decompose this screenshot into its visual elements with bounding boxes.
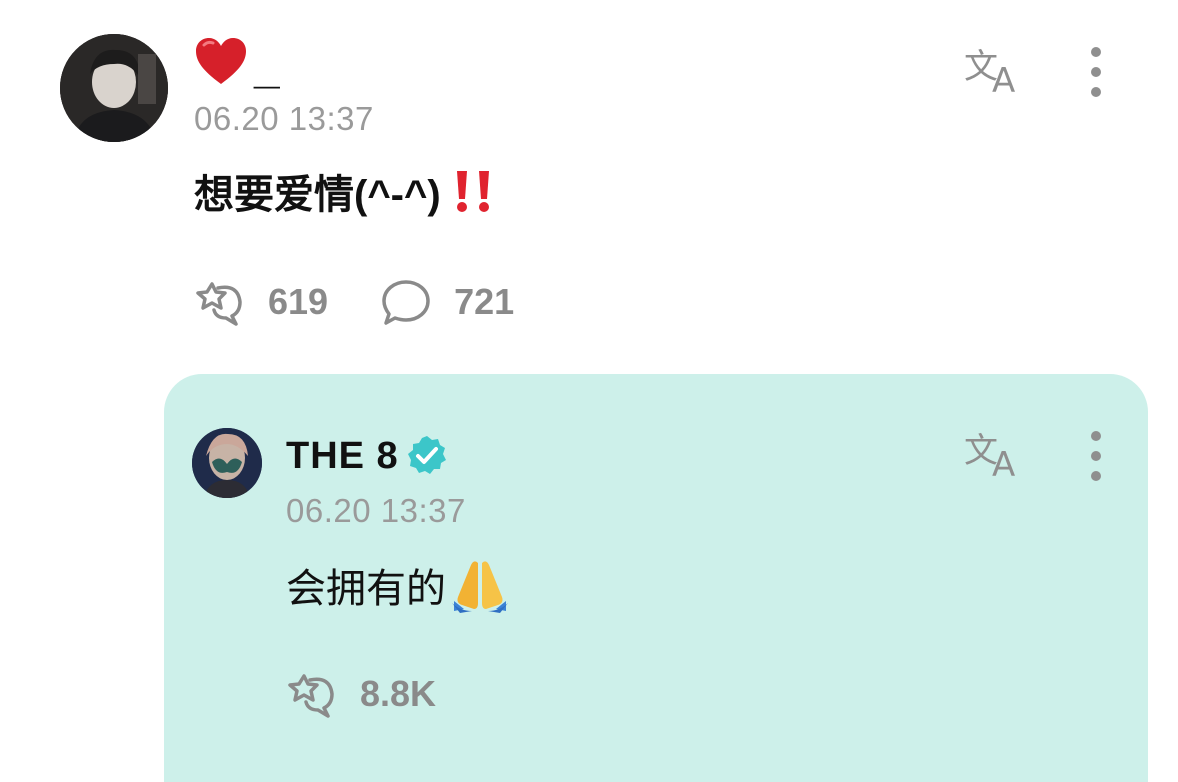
post-body-text: 想要爱情(^-^) (194, 173, 441, 217)
post-timestamp: 06.20 13:37 (194, 100, 374, 137)
reply-body-text: 会拥有的 (286, 567, 446, 611)
heart-icon (194, 37, 248, 87)
svg-text:A: A (992, 61, 1015, 96)
reply-avatar[interactable] (192, 428, 262, 498)
double-exclamation-icon (451, 167, 499, 215)
like-count: 619 (268, 281, 329, 322)
like-stat[interactable]: 619 (194, 278, 328, 326)
comment-icon[interactable] (380, 278, 432, 326)
comment-stat[interactable]: 721 (380, 278, 514, 326)
reply-author-name[interactable]: THE 8 (286, 435, 399, 478)
verified-badge-icon (405, 434, 449, 478)
comment-count: 721 (454, 281, 515, 322)
like-icon[interactable] (286, 670, 338, 718)
reply-stats: 8.8K (286, 670, 472, 718)
more-vertical-icon[interactable] (1086, 46, 1106, 98)
folded-hands-icon (450, 557, 510, 613)
reply-card: THE 8 06.20 13:37 会拥有的 8.8K 文 A (164, 374, 1148, 782)
translate-icon[interactable]: 文 A (964, 428, 1028, 485)
translate-icon[interactable]: 文 A (964, 44, 1028, 101)
more-vertical-icon[interactable] (1086, 430, 1106, 482)
like-icon[interactable] (194, 278, 246, 326)
author-line: _ (194, 36, 280, 90)
reply-like-count: 8.8K (360, 673, 437, 714)
post-stats: 619 721 (194, 278, 550, 326)
post: _ 06.20 13:37 想要爱情(^-^) 619 721 文 A (0, 0, 1178, 360)
reply-author-line: THE 8 (286, 434, 449, 478)
reply-like-stat[interactable]: 8.8K (286, 670, 436, 718)
post-thread: _ 06.20 13:37 想要爱情(^-^) 619 721 文 A THE … (0, 0, 1178, 782)
reply-timestamp: 06.20 13:37 (286, 492, 466, 529)
reply-body: 会拥有的 (286, 556, 510, 614)
svg-text:A: A (992, 445, 1015, 480)
post-body: 想要爱情(^-^) (194, 162, 499, 220)
author-name[interactable]: _ (254, 44, 280, 90)
avatar[interactable] (60, 34, 168, 142)
